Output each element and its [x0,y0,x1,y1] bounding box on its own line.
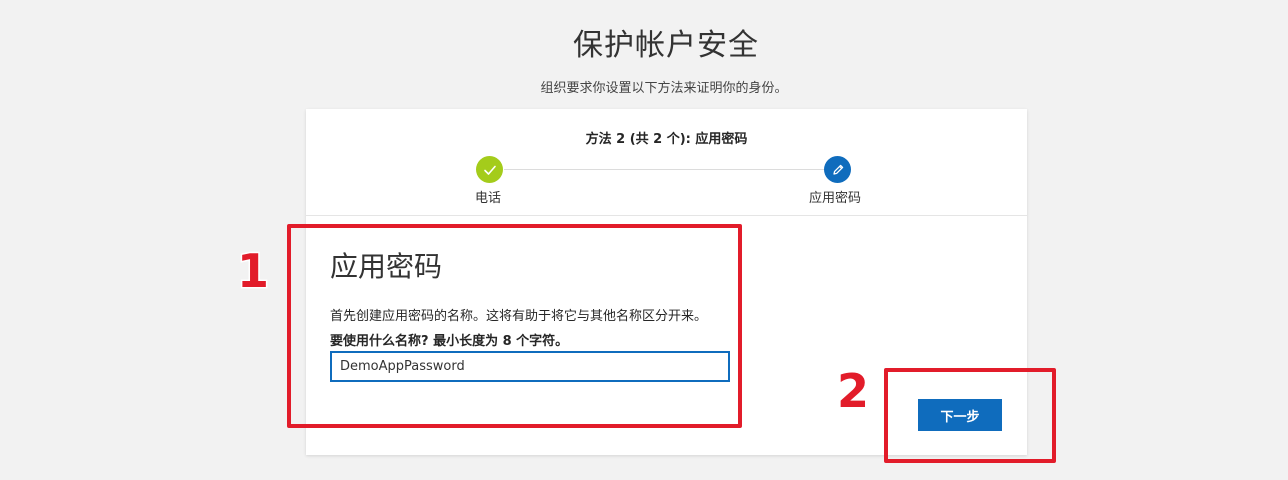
page-subtitle: 组织要求你设置以下方法来证明你的身份。 [540,81,788,96]
page-title: 保护帐户安全 [573,28,759,63]
annotation-number-1: 1 [235,244,270,298]
annotation-box-1 [287,224,742,428]
progress-header: 方法 2 (共 2 个): 应用密码 电话 应用密码 [306,109,1027,216]
step-phone-indicator [476,156,503,183]
step-phone-label: 电话 [475,191,502,206]
step-app-password-indicator [824,156,851,183]
step-caption: 方法 2 (共 2 个): 应用密码 [585,132,748,147]
annotation-number-2: 2 [835,364,870,418]
step-app-password-label: 应用密码 [809,191,862,206]
annotation-box-2 [884,368,1056,463]
progress-line [504,169,824,170]
checkmark-icon [483,165,496,175]
pencil-icon [832,164,843,175]
